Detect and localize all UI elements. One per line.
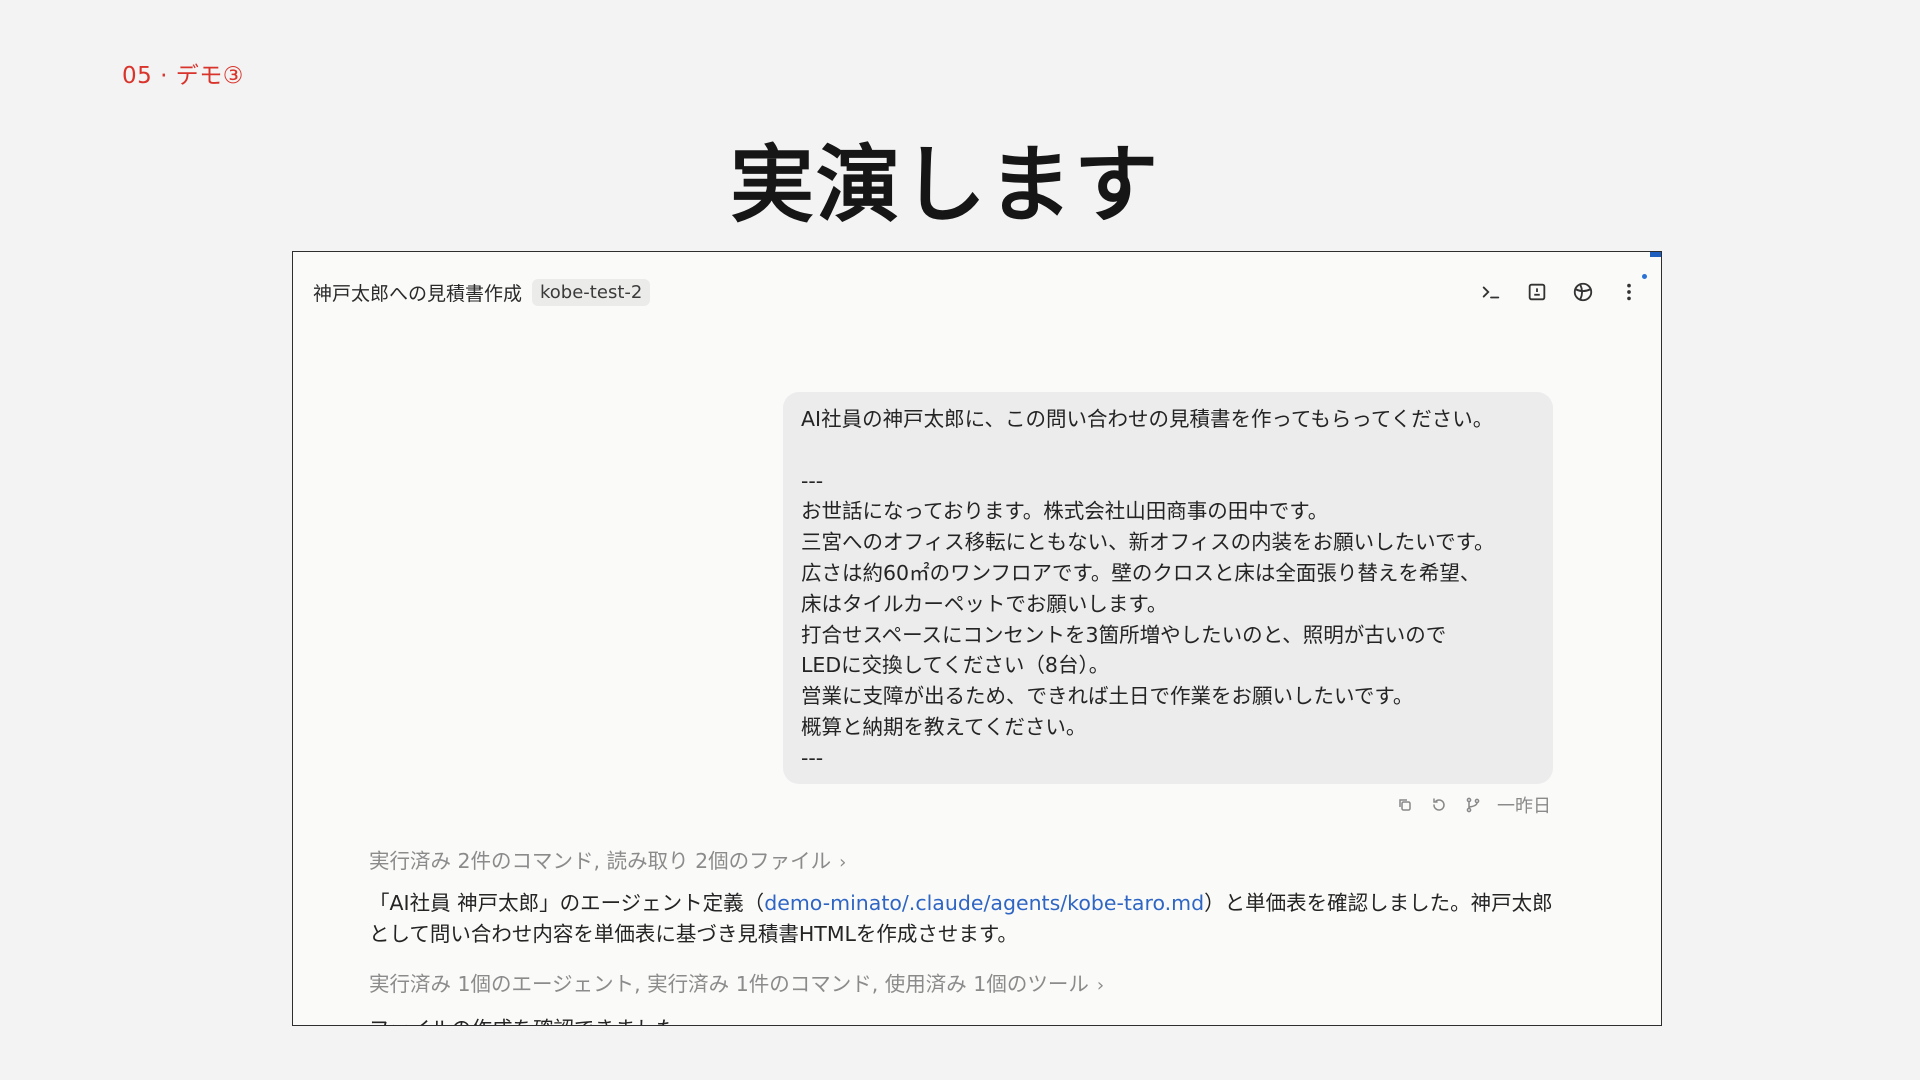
reply-text-prefix: 「AI社員 神戸太郎」のエージェント定義（ [369, 891, 765, 915]
message-line: 概算と納期を教えてください。 [801, 714, 1087, 739]
message-line [801, 435, 1535, 466]
message-line: --- [801, 468, 824, 493]
assistant-reply-cutoff: ファイルの作成を確認できました。 [369, 1012, 697, 1025]
message-line: お世話になっております。株式会社山田商事の田中です。 [801, 499, 1329, 524]
branch-badge[interactable]: kobe-test-2 [532, 278, 651, 306]
activity-summary-2[interactable]: 実行済み 1個のエージェント, 実行済み 1件のコマンド, 使用済み 1個のツー… [369, 967, 1104, 997]
message-line: 三宮へのオフィス移転にともない、新オフィスの内装をお願いしたいです。 [801, 530, 1495, 555]
app-window: 神戸太郎への見積書作成 kobe-test-2 AI社員の神戸太郎に、この問い合… [292, 251, 1662, 1026]
slide: 05 · デモ③ 実演します 神戸太郎への見積書作成 kobe-test-2 A… [0, 0, 1920, 1080]
agent-file-link[interactable]: demo-minato/.claude/agents/kobe-taro.md [764, 891, 1204, 915]
activity-summary-text: 実行済み 1個のエージェント, 実行済み 1件のコマンド, 使用済み 1個のツー… [369, 972, 1089, 996]
chevron-right-icon: › [1096, 975, 1105, 996]
activity-summary-1[interactable]: 実行済み 2件のコマンド, 読み取り 2個のファイル › [369, 844, 846, 874]
retry-icon[interactable] [1429, 795, 1449, 815]
message-line: 営業に支障が出るため、できれば土日で作業をお願いしたいです。 [801, 684, 1414, 709]
conversation-title: 神戸太郎への見積書作成 [313, 282, 523, 305]
terminal-icon[interactable] [1477, 278, 1505, 306]
branch-icon[interactable] [1463, 795, 1483, 815]
more-vertical-icon[interactable] [1615, 278, 1643, 306]
globe-icon[interactable] [1569, 278, 1597, 306]
message-timestamp: 一昨日 [1497, 796, 1551, 817]
activity-summary-text: 実行済み 2件のコマンド, 読み取り 2個のファイル [369, 849, 832, 873]
chevron-right-icon: › [839, 852, 847, 873]
message-line: LEDに交換してください（8台）。 [801, 653, 1110, 678]
window-toolbar [1477, 278, 1643, 306]
panel-icon[interactable] [1523, 278, 1551, 306]
message-actions: 一昨日 [1395, 792, 1551, 818]
message-line: 打合せスペースにコンセントを3箇所増やしたいのと、照明が古いので [801, 622, 1447, 647]
message-line: --- [801, 745, 824, 770]
assistant-reply: 「AI社員 神戸太郎」のエージェント定義（demo-minato/.claude… [369, 888, 1569, 950]
window-header: 神戸太郎への見積書作成 kobe-test-2 [293, 252, 1661, 332]
notification-dot [1642, 274, 1647, 279]
section-label: 05 · デモ③ [122, 63, 244, 89]
message-line: 床はタイルカーペットでお願いします。 [801, 591, 1168, 616]
slide-title: 実演します [729, 136, 1160, 234]
copy-icon[interactable] [1395, 795, 1415, 815]
message-line: AI社員の神戸太郎に、この問い合わせの見積書を作ってもらってください。 [801, 407, 1494, 431]
message-line: 広さは約60㎡のワンフロアです。壁のクロスと床は全面張り替えを希望、 [801, 560, 1481, 585]
user-message-bubble: AI社員の神戸太郎に、この問い合わせの見積書を作ってもらってください。 --- … [783, 392, 1553, 784]
